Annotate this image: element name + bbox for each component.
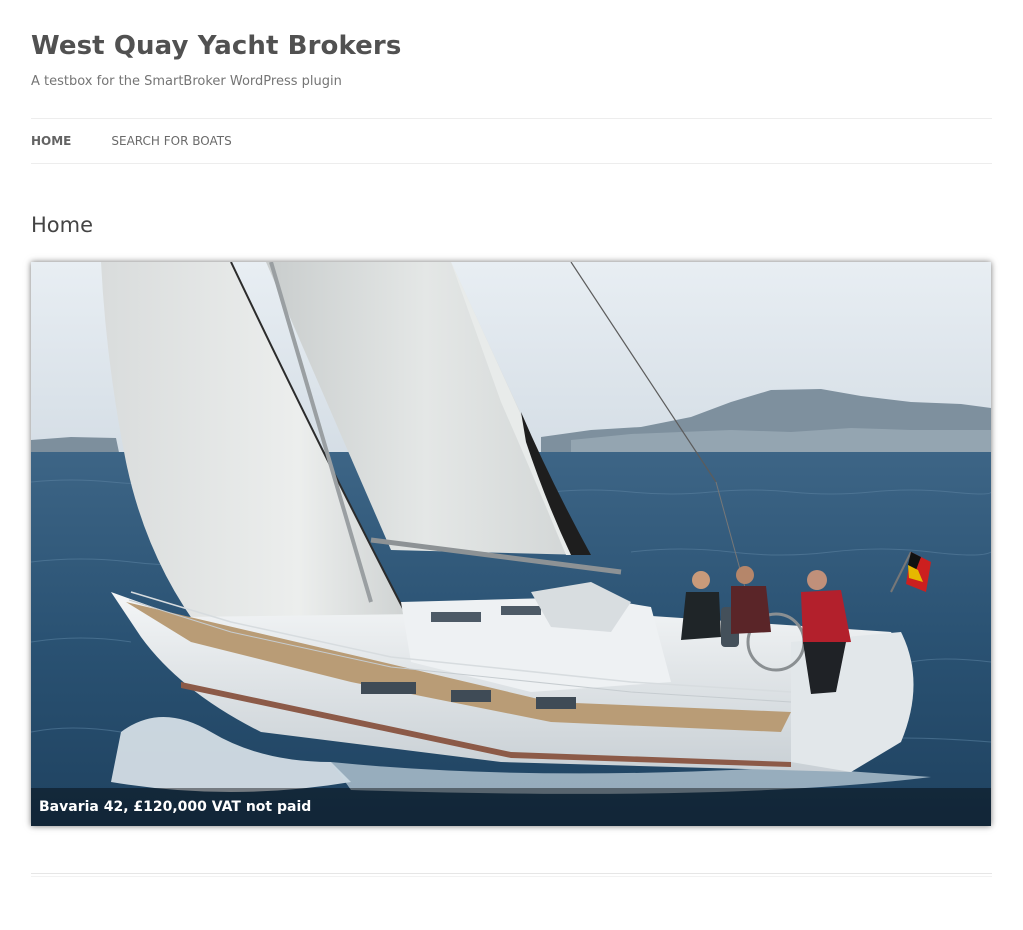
sailing-yacht-photo bbox=[31, 262, 991, 826]
site-title[interactable]: West Quay Yacht Brokers bbox=[31, 28, 992, 64]
page: West Quay Yacht Brokers A testbox for th… bbox=[0, 0, 1023, 930]
slide-caption-text[interactable]: Bavaria 42, £120,000 VAT not paid bbox=[39, 798, 311, 816]
footer-divider bbox=[31, 873, 992, 877]
main-navigation: HOME SEARCH FOR BOATS bbox=[31, 118, 992, 164]
site-tagline: A testbox for the SmartBroker WordPress … bbox=[31, 74, 342, 89]
nav-item-home[interactable]: HOME bbox=[31, 133, 71, 149]
image-slider[interactable]: Bavaria 42, £120,000 VAT not paid bbox=[31, 262, 991, 826]
nav-item-search-for-boats[interactable]: SEARCH FOR BOATS bbox=[111, 133, 231, 149]
site-header: West Quay Yacht Brokers A testbox for th… bbox=[31, 28, 992, 91]
slide-caption: Bavaria 42, £120,000 VAT not paid bbox=[31, 788, 991, 826]
page-title: Home bbox=[31, 213, 94, 237]
